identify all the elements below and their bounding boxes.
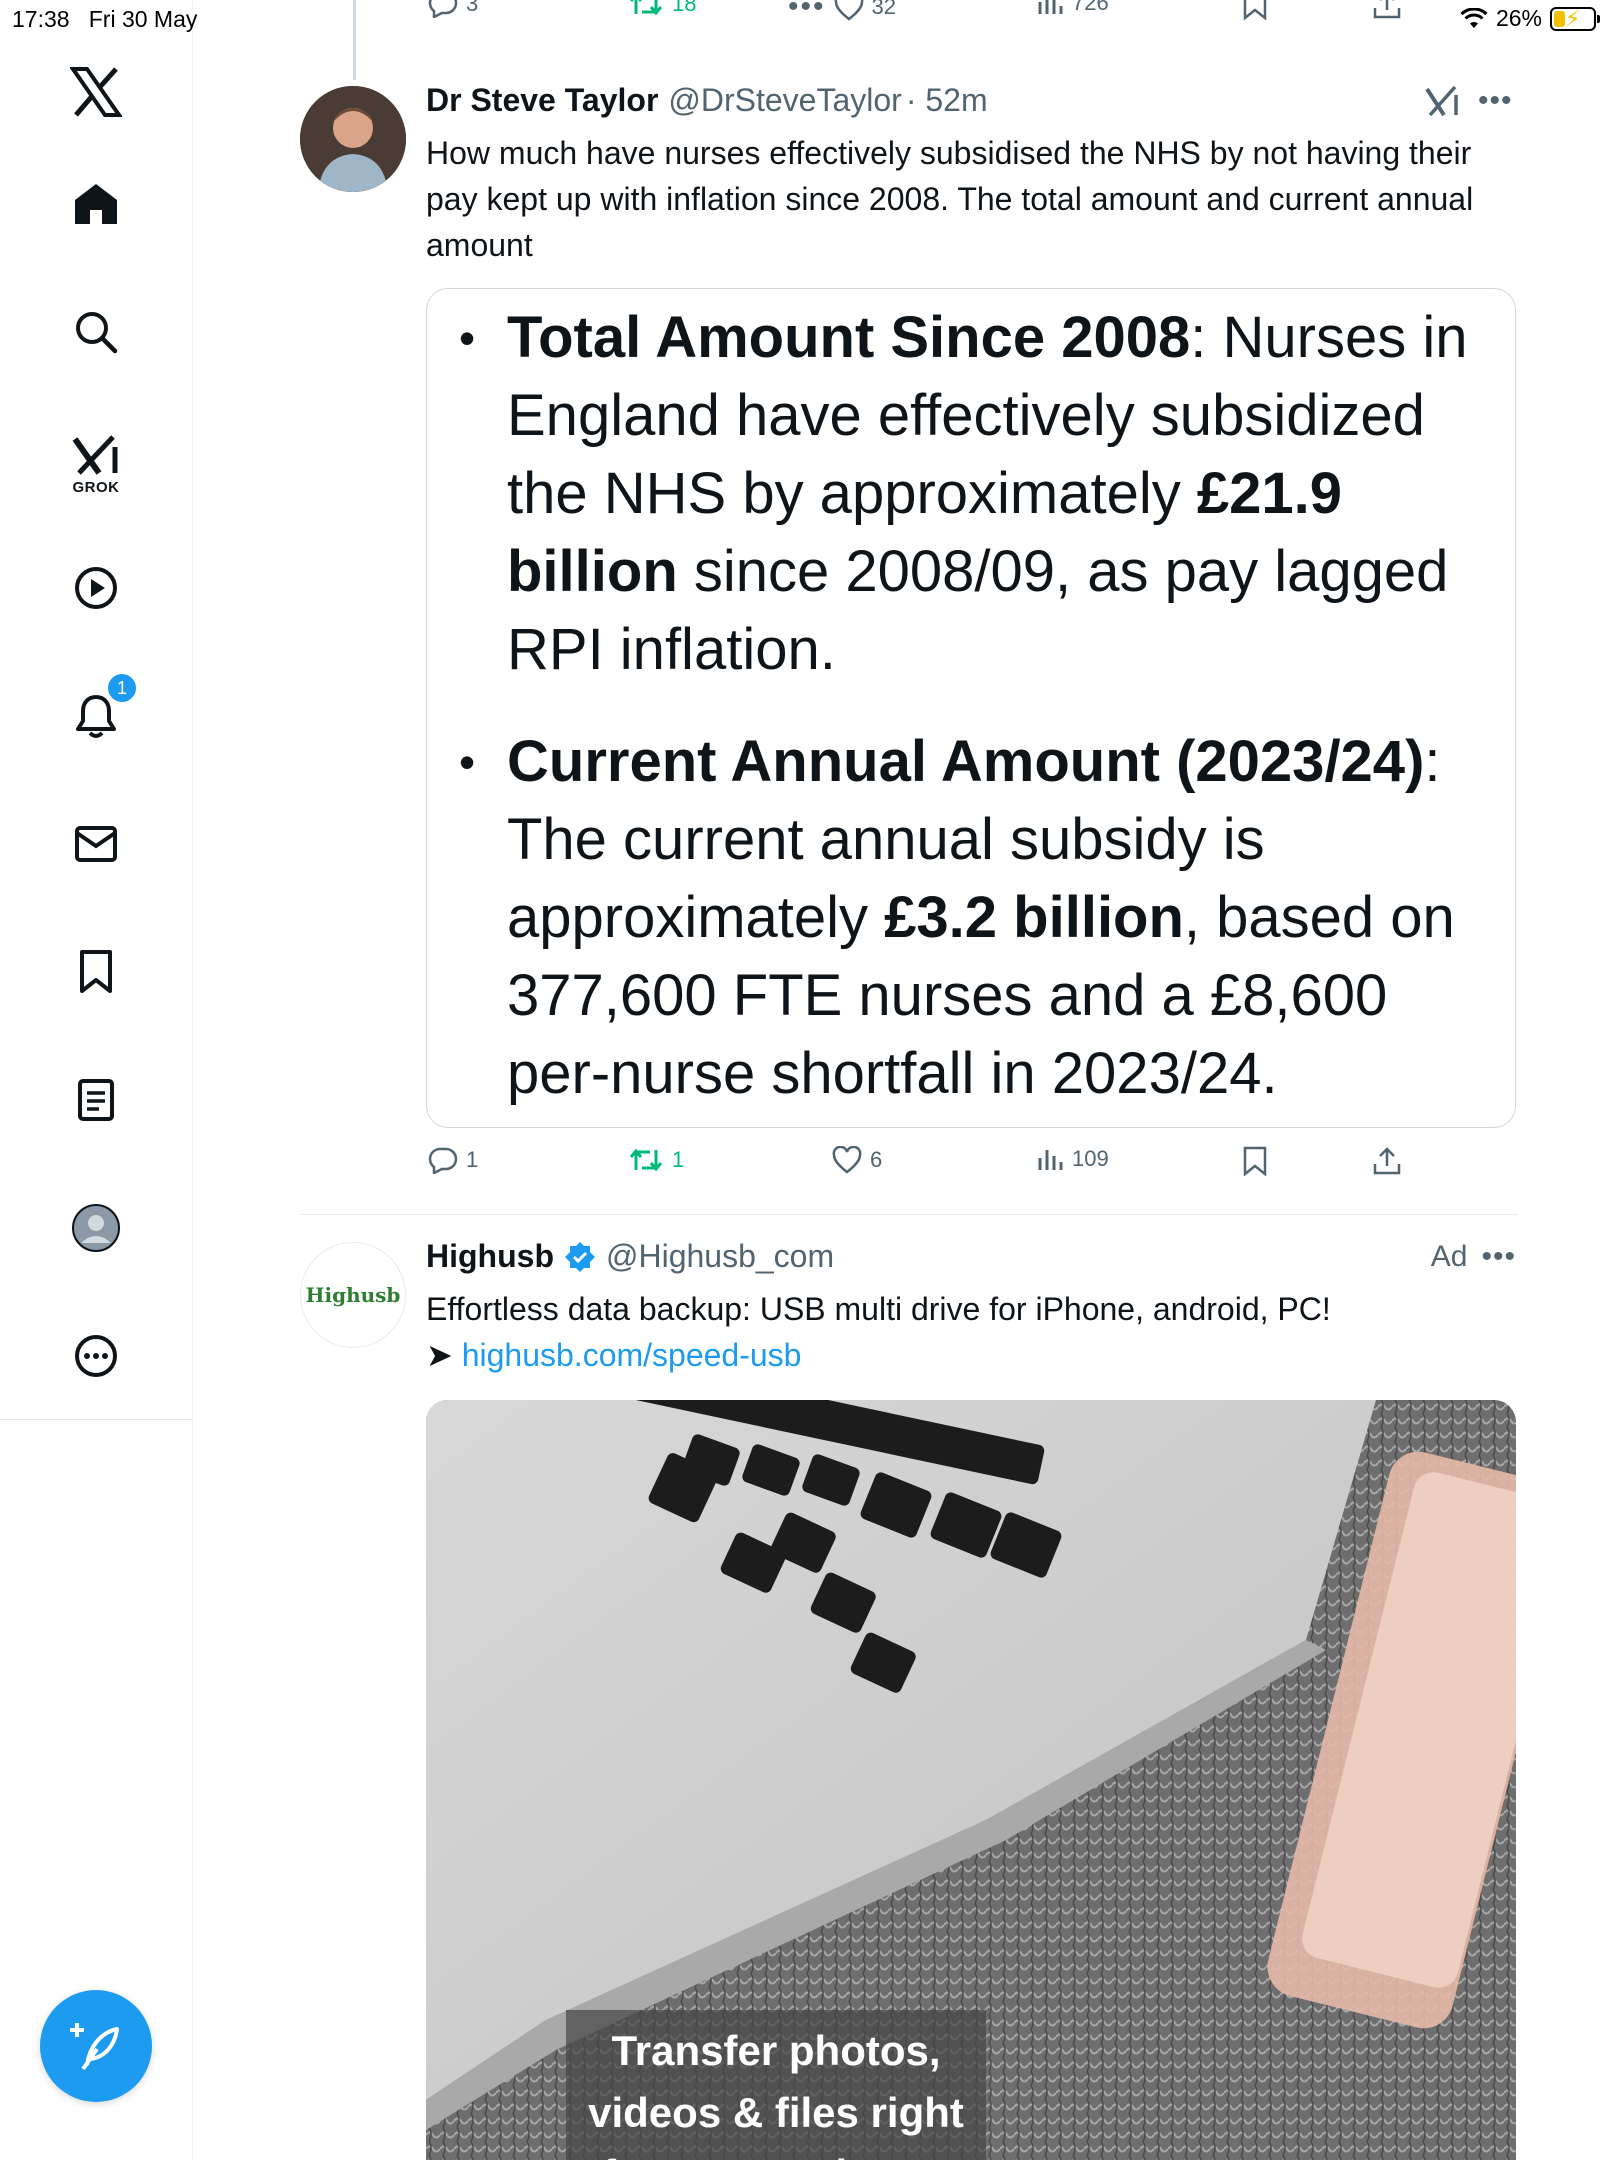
- battery-icon: ⚡: [1550, 6, 1600, 31]
- like-count: 6: [870, 1147, 883, 1172]
- ad-tweet-header: Highusb @Highusb_com: [426, 1238, 834, 1275]
- share-icon: [1373, 1147, 1401, 1175]
- heart-icon: [832, 1146, 862, 1174]
- status-bar: 17:38 Fri 30 May 26% ⚡: [0, 0, 1620, 40]
- verified-badge-icon: [564, 1241, 595, 1272]
- compose-feather-icon: [70, 2023, 119, 2071]
- video-icon[interactable]: [0, 560, 192, 616]
- tweet-divider: [300, 1214, 1518, 1215]
- grok-label: GROK: [72, 478, 120, 496]
- grok-icon: [1425, 85, 1458, 117]
- notification-badge: 1: [106, 672, 138, 704]
- date-text: Fri 30 May: [88, 6, 198, 32]
- bullet-2-heading: Current Annual Amount (2023/24): [507, 729, 1425, 794]
- messages-icon[interactable]: [0, 816, 192, 872]
- ad-video[interactable]: Transfer photos, videos & files right fr…: [426, 1400, 1516, 2160]
- ad-author-handle[interactable]: @Highusb_com: [606, 1238, 834, 1275]
- reply-button[interactable]: 1: [428, 1146, 478, 1174]
- tweet-actions: 1 1 6 109: [428, 1146, 1428, 1186]
- bullet-dot: •: [459, 312, 476, 364]
- ad-more-options-icon[interactable]: •••: [1481, 1240, 1516, 1274]
- tweet-text: How much have nurses effectively subsidi…: [426, 135, 1474, 263]
- repost-icon: [629, 1148, 663, 1172]
- arrow-icon: ➤: [426, 1337, 453, 1373]
- bullet-2-amount: £3.2 billion: [884, 885, 1184, 950]
- ad-label-group: Ad •••: [1431, 1240, 1516, 1274]
- wifi-icon: [1460, 7, 1488, 28]
- views-button[interactable]: 109: [1036, 1146, 1109, 1172]
- ad-link[interactable]: highusb.com/speed-usb: [462, 1337, 802, 1373]
- x-logo-icon[interactable]: [0, 60, 192, 124]
- bookmark-button[interactable]: [1242, 1146, 1268, 1176]
- bullet-1-heading: Total Amount Since 2008: [507, 305, 1191, 370]
- grok-explain-button[interactable]: [1424, 84, 1460, 123]
- status-time: 17:38 Fri 30 May: [12, 6, 197, 33]
- tweet-header: Dr Steve Taylor @DrSteveTaylor · 52m: [426, 82, 988, 119]
- bookmarks-icon[interactable]: [0, 944, 192, 1000]
- ad-author-name[interactable]: Highusb: [426, 1238, 554, 1275]
- repost-button[interactable]: 1: [628, 1146, 684, 1174]
- bullet-dot: •: [459, 736, 476, 788]
- home-icon[interactable]: [0, 176, 192, 232]
- views-icon: [1038, 1150, 1063, 1170]
- grok-answer-card[interactable]: • Total Amount Since 2008: Nurses in Eng…: [426, 288, 1516, 1128]
- reply-icon: [428, 1147, 458, 1174]
- bookmark-icon: [1243, 1146, 1267, 1176]
- ad-label: Ad: [1430, 1240, 1468, 1273]
- more-options-icon[interactable]: •••: [1478, 84, 1513, 118]
- ad-avatar[interactable]: Highusb: [300, 1242, 406, 1348]
- video-caption: Transfer photos, videos & files right fr…: [566, 2010, 986, 2160]
- time-text: 17:38: [12, 6, 70, 32]
- author-handle[interactable]: @DrSteveTaylor: [668, 82, 901, 119]
- author-name[interactable]: Dr Steve Taylor: [426, 82, 658, 119]
- compose-button[interactable]: [40, 1990, 152, 2102]
- notifications-icon[interactable]: 1: [0, 672, 192, 744]
- grok-icon[interactable]: GROK: [0, 424, 192, 504]
- profile-icon[interactable]: [0, 1200, 192, 1256]
- tweet-time[interactable]: · 52m: [906, 82, 988, 119]
- more-icon[interactable]: [0, 1328, 192, 1384]
- ad-text: Effortless data backup: USB multi drive …: [426, 1291, 1331, 1327]
- battery-percent: 26%: [1495, 5, 1542, 31]
- share-button[interactable]: [1372, 1146, 1402, 1176]
- ad-avatar-text: Highusb: [305, 1283, 401, 1307]
- search-icon[interactable]: [0, 304, 192, 360]
- sidebar: GROK 1: [0, 0, 193, 2160]
- sidebar-divider: [0, 1419, 193, 1420]
- ad-tweet-text: Effortless data backup: USB multi drive …: [426, 1286, 1506, 1378]
- like-button[interactable]: 6: [832, 1146, 882, 1174]
- repost-count: 1: [672, 1147, 685, 1172]
- status-indicators: 26% ⚡: [1460, 5, 1600, 32]
- lists-icon[interactable]: [0, 1072, 192, 1128]
- views-count: 109: [1072, 1146, 1109, 1171]
- avatar[interactable]: [300, 86, 406, 192]
- reply-count: 1: [466, 1147, 479, 1172]
